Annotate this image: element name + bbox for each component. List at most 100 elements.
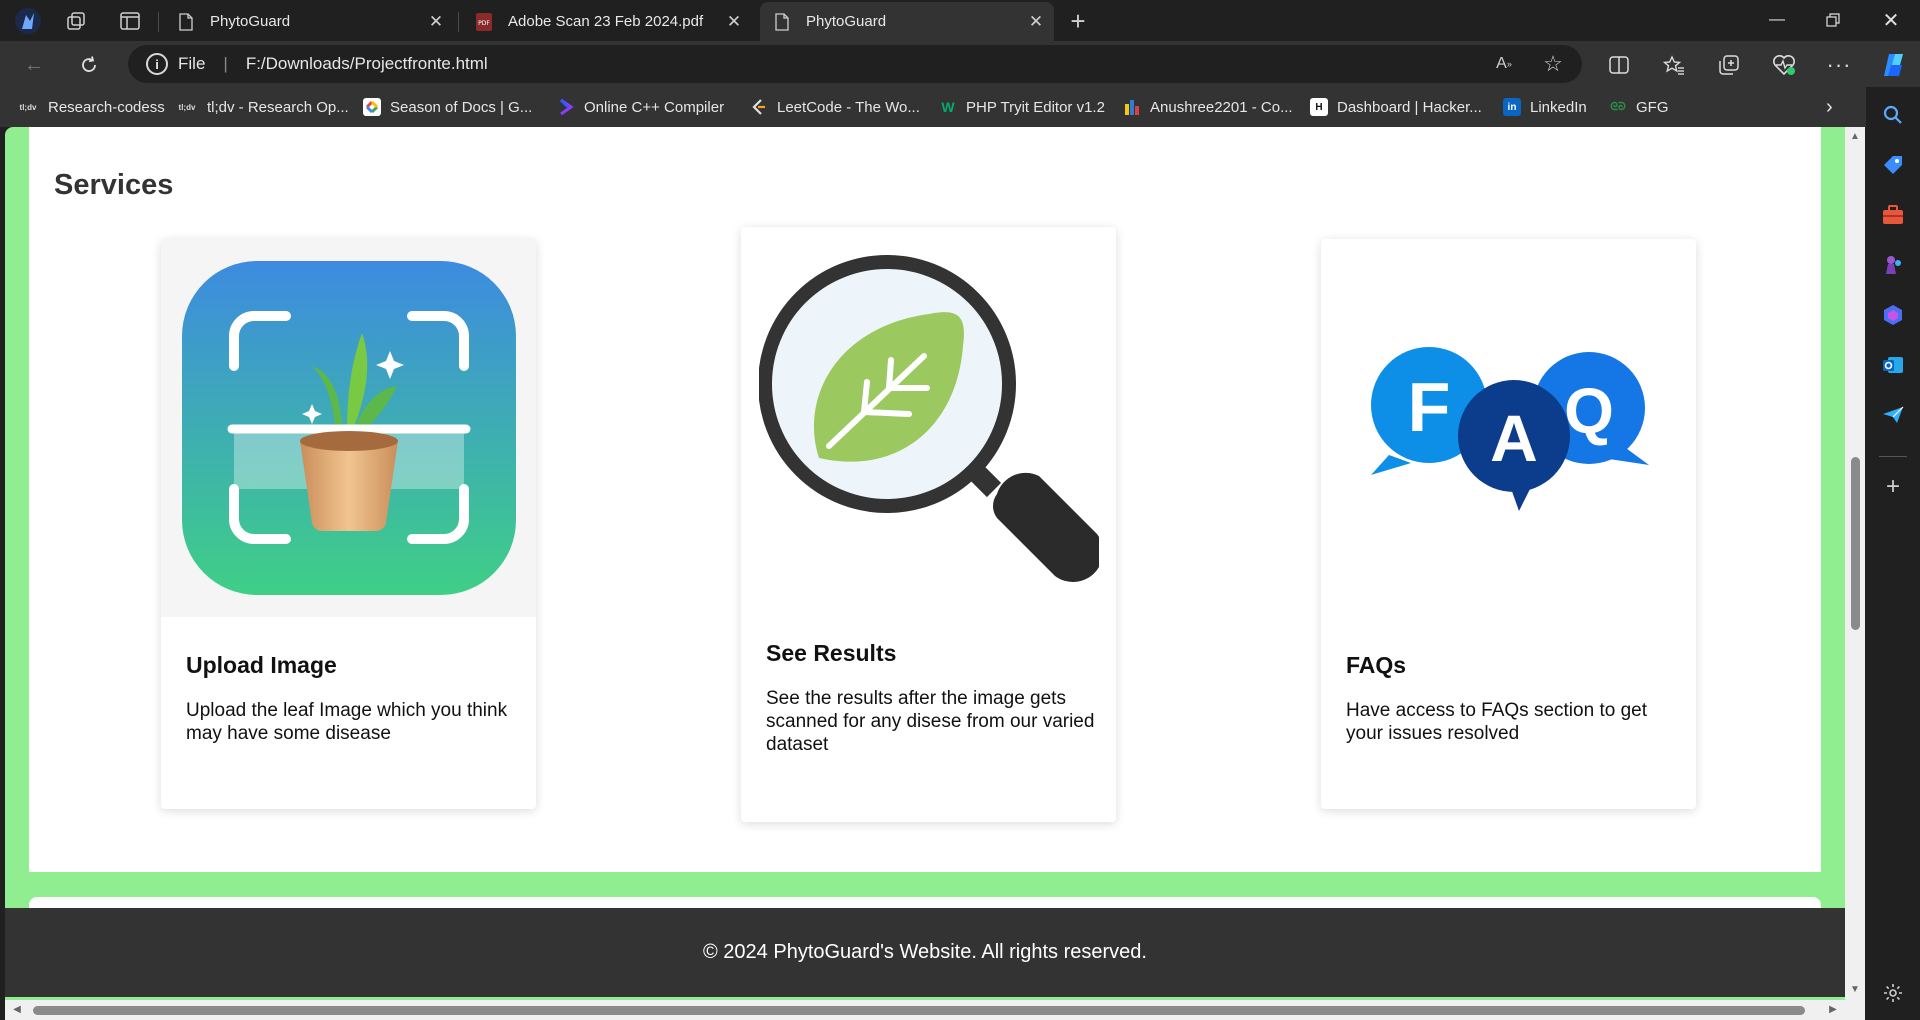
service-card-see-results[interactable]: See Results See the results after the im…: [741, 227, 1116, 822]
address-bar[interactable]: i File | F:/Downloads/Projectfronte.html: [128, 45, 1582, 83]
shopping-tag-icon[interactable]: [1877, 149, 1909, 181]
linkedin-icon: in: [1503, 98, 1521, 116]
bookmark-season-of-docs[interactable]: Season of Docs | G...: [363, 96, 532, 118]
tab-phytoguard-active[interactable]: PhytoGuard ✕: [760, 2, 1054, 41]
bookmark-label: Research-codess: [48, 98, 165, 116]
vertical-scrollbar[interactable]: ▲ ▼: [1845, 127, 1865, 1000]
bookmark-label: PHP Tryit Editor v1.2: [966, 98, 1105, 116]
browser-sidebar: +: [1866, 87, 1920, 1020]
card-description: Upload the leaf Image which you think ma…: [186, 700, 508, 744]
scroll-right-arrow-icon[interactable]: ▶: [1827, 1004, 1839, 1016]
card-title: FAQs: [1346, 652, 1407, 678]
bookmark-online-cpp-compiler[interactable]: Online C++ Compiler: [557, 96, 724, 118]
tools-briefcase-icon[interactable]: [1877, 199, 1909, 231]
sidebar-divider: [1879, 456, 1907, 457]
browser-toolbar: ← i File | F:/Downloads/Projectfronte.ht…: [0, 41, 1920, 87]
tab-title: PhytoGuard: [210, 13, 291, 30]
bookmark-research-codess[interactable]: tl;dv Research-codess: [17, 96, 165, 118]
workspaces-icon[interactable]: [60, 5, 92, 37]
services-heading: Services: [54, 169, 174, 201]
faq-letter-f: F: [1407, 368, 1450, 446]
horizontal-scrollbar[interactable]: ◀ ▶: [5, 1000, 1845, 1020]
vertical-scroll-thumb[interactable]: [1851, 457, 1860, 630]
tldv-icon: tl;dv: [19, 102, 37, 112]
w3schools-icon: W: [941, 99, 955, 115]
back-icon[interactable]: ←: [17, 48, 51, 82]
tab-adobe-scan[interactable]: PDF Adobe Scan 23 Feb 2024.pdf ✕: [462, 2, 752, 41]
site-info-icon[interactable]: i: [146, 53, 168, 75]
bookmarks-overflow-chevron-icon[interactable]: ›: [1826, 96, 1833, 118]
chart-icon: [1123, 98, 1141, 116]
games-chess-icon[interactable]: [1877, 249, 1909, 281]
bookmark-label: tl;dv - Research Op...: [207, 98, 349, 116]
bookmark-php-tryit[interactable]: W PHP Tryit Editor v1.2: [939, 96, 1105, 118]
leaf-magnifier-icon: [741, 227, 1116, 605]
scroll-down-arrow-icon[interactable]: ▼: [1849, 984, 1861, 996]
leetcode-icon: [750, 98, 768, 116]
compiler-icon: [557, 98, 575, 116]
page-footer: © 2024 PhytoGuard's Website. All rights …: [5, 908, 1845, 997]
bookmark-gfg[interactable]: ᘓᘐ GFG: [1609, 96, 1669, 118]
bookmark-leetcode[interactable]: LeetCode - The Wo...: [750, 96, 920, 118]
bookmark-linkedin[interactable]: in LinkedIn: [1503, 96, 1587, 118]
read-aloud-icon[interactable]: A»: [1490, 50, 1518, 78]
services-section: Services Upload Image Upload the leaf Im…: [29, 127, 1821, 872]
minimize-icon[interactable]: —: [1750, 0, 1804, 40]
bookmark-label: LeetCode - The Wo...: [777, 98, 920, 116]
scroll-left-arrow-icon[interactable]: ◀: [11, 1004, 23, 1016]
outlook-icon[interactable]: [1877, 349, 1909, 381]
new-tab-icon[interactable]: +: [1062, 5, 1094, 37]
microsoft-365-icon[interactable]: [1877, 299, 1909, 331]
page-icon: [774, 12, 790, 31]
vertical-tabs-icon[interactable]: [114, 5, 146, 37]
service-card-upload-image[interactable]: Upload Image Upload the leaf Image which…: [161, 239, 536, 809]
favorites-icon[interactable]: [1656, 47, 1692, 83]
tab-separator: [458, 12, 459, 32]
settings-more-icon[interactable]: ···: [1821, 47, 1857, 83]
page-icon: [178, 12, 194, 31]
close-tab-icon[interactable]: ✕: [720, 8, 748, 36]
bookmark-anushree-codeforces[interactable]: Anushree2201 - Co...: [1123, 96, 1293, 118]
refresh-icon[interactable]: [72, 48, 106, 82]
browser-tab-strip: PhytoGuard ✕ PDF Adobe Scan 23 Feb 2024.…: [0, 0, 1920, 41]
plant-scan-icon: [161, 239, 536, 617]
card-description: See the results after the image gets sca…: [766, 688, 1095, 755]
drop-send-icon[interactable]: [1877, 399, 1909, 431]
tab-phytoguard-1[interactable]: PhytoGuard ✕: [164, 2, 454, 41]
scrollbar-corner: [1845, 1000, 1865, 1020]
address-url[interactable]: F:/Downloads/Projectfronte.html: [246, 54, 488, 74]
bookmark-label: LinkedIn: [1530, 98, 1587, 116]
close-tab-icon[interactable]: ✕: [1022, 8, 1050, 36]
search-icon[interactable]: [1877, 99, 1909, 131]
bookmark-tldv[interactable]: tl;dv tl;dv - Research Op...: [176, 96, 349, 118]
close-window-icon[interactable]: ✕: [1864, 0, 1918, 40]
faq-bubbles-icon: F Q A: [1321, 239, 1696, 617]
browser-essentials-icon[interactable]: [1766, 47, 1802, 83]
hackerrank-icon: H: [1310, 98, 1328, 116]
service-card-faqs[interactable]: F Q A FAQs Have access to FAQs section t…: [1321, 239, 1696, 809]
tldv-icon: tl;dv: [178, 102, 196, 112]
split-screen-icon[interactable]: [1601, 47, 1637, 83]
sidebar-settings-gear-icon[interactable]: [1877, 977, 1909, 1009]
bookmarks-bar: tl;dv Research-codess tl;dv tl;dv - Rese…: [0, 87, 1920, 127]
copilot-icon[interactable]: [1876, 47, 1912, 83]
tab-separator: [158, 12, 159, 32]
favorite-star-icon[interactable]: ☆: [1539, 50, 1567, 78]
google-icon: [363, 98, 381, 116]
close-tab-icon[interactable]: ✕: [422, 8, 450, 36]
collections-icon[interactable]: [1711, 47, 1747, 83]
card-description: Have access to FAQs section to get your …: [1346, 700, 1647, 744]
card-title: See Results: [766, 640, 897, 666]
page-body: Services Upload Image Upload the leaf Im…: [5, 127, 1845, 1000]
scroll-up-arrow-icon[interactable]: ▲: [1849, 131, 1861, 143]
profile-avatar-icon[interactable]: [12, 5, 44, 37]
add-sidebar-app-icon[interactable]: +: [1877, 471, 1909, 503]
footer-copyright: © 2024 PhytoGuard's Website. All rights …: [703, 941, 1147, 963]
bookmark-label: Dashboard | Hacker...: [1337, 98, 1482, 116]
bookmark-label: GFG: [1636, 98, 1669, 116]
faq-letter-q: Q: [1564, 375, 1614, 447]
bookmark-hackerrank[interactable]: H Dashboard | Hacker...: [1310, 96, 1482, 118]
restore-icon[interactable]: [1806, 0, 1860, 40]
page-viewport: Services Upload Image Upload the leaf Im…: [5, 127, 1865, 1020]
horizontal-scroll-thumb[interactable]: [33, 1006, 1805, 1015]
